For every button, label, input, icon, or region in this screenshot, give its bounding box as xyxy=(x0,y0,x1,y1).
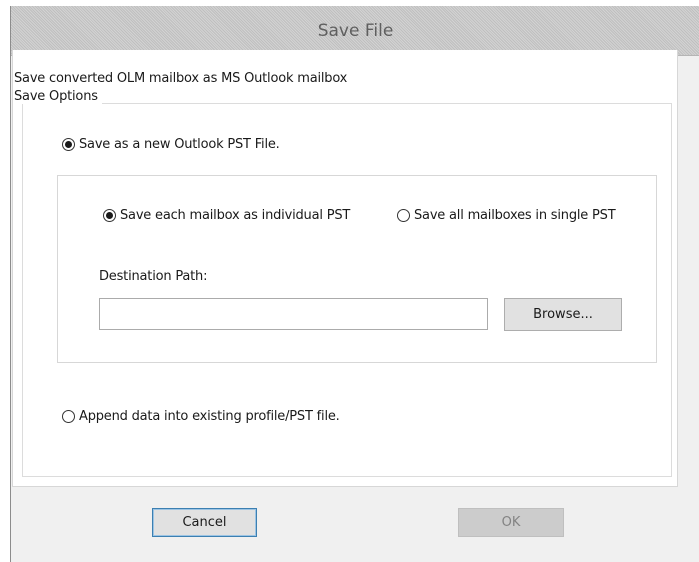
radio-single-pst-indicator[interactable] xyxy=(397,209,410,222)
radio-new-pst-indicator[interactable] xyxy=(62,138,75,151)
radio-single-pst-label[interactable]: Save all mailboxes in single PST xyxy=(414,208,616,223)
radio-individual-pst[interactable]: Save each mailbox as individual PST xyxy=(103,208,350,223)
radio-append-pst-indicator[interactable] xyxy=(62,410,75,423)
dialog-subtitle: Save converted OLM mailbox as MS Outlook… xyxy=(14,71,348,86)
destination-path-input[interactable] xyxy=(99,298,488,330)
radio-append-pst-label[interactable]: Append data into existing profile/PST fi… xyxy=(79,409,340,424)
radio-single-pst[interactable]: Save all mailboxes in single PST xyxy=(397,208,616,223)
title-bar[interactable]: Save File xyxy=(11,6,699,56)
radio-individual-pst-indicator[interactable] xyxy=(103,209,116,222)
ok-button[interactable]: OK xyxy=(458,508,564,537)
radio-new-pst[interactable]: Save as a new Outlook PST File. xyxy=(62,137,280,152)
save-options-label: Save Options xyxy=(14,89,102,104)
cancel-button[interactable]: Cancel xyxy=(152,508,257,537)
radio-new-pst-label[interactable]: Save as a new Outlook PST File. xyxy=(79,137,280,152)
dialog-title: Save File xyxy=(317,21,394,41)
browse-button[interactable]: Browse... xyxy=(504,298,622,331)
destination-path-label: Destination Path: xyxy=(99,269,208,284)
radio-individual-pst-label[interactable]: Save each mailbox as individual PST xyxy=(120,208,350,223)
radio-append-pst[interactable]: Append data into existing profile/PST fi… xyxy=(62,409,340,424)
